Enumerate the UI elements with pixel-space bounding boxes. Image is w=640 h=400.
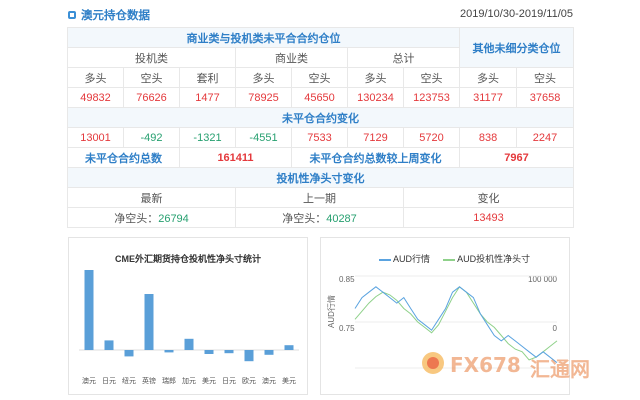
table-cell: 838 (459, 127, 518, 148)
net-latest-cell: 净空头：26794 (67, 207, 236, 228)
bar (224, 350, 234, 354)
net-prefix: 净空头： (114, 212, 159, 225)
column-header: 多头 (235, 67, 292, 88)
table-cell: 7533 (291, 127, 348, 148)
bar (264, 350, 274, 355)
watermark-latin: FX678 (450, 353, 521, 377)
group-header: 商业类与投机类未平合合约仓位 (66, 27, 461, 48)
sub-header-speculative: 投机类 (67, 47, 236, 68)
bar-chart: 澳元 日元 纽元 英镑 瑞郎 加元 美元 日元 欧元 澳元 美元 (79, 270, 299, 385)
watermark-cn: 汇通网 (530, 357, 590, 381)
bar-tick-label: 澳元 (82, 376, 96, 385)
table-cell: 130234 (347, 87, 404, 108)
net-prefix: 净空头： (282, 212, 327, 225)
net-values-row: 净空头：26794 净空头：40287 13493 (67, 207, 575, 228)
table-cell: 76626 (123, 87, 180, 108)
column-header-row: 多头 空头 套利 多头 空头 多头 空头 多头 空头 (67, 67, 575, 88)
table-cell: 2247 (516, 127, 575, 148)
section-header: 澳元持仓数据 2019/10/30-2019/11/05 (68, 6, 573, 26)
table-cell: 123753 (402, 87, 461, 108)
bar (104, 340, 114, 350)
table-cell: 49832 (67, 87, 124, 108)
bar (244, 350, 254, 362)
bar (144, 294, 154, 350)
date-range: 2019/10/30-2019/11/05 (460, 8, 573, 20)
column-header: 空头 (402, 67, 461, 88)
table-cell: -492 (123, 127, 180, 148)
bar-tick-label: 英镑 (142, 376, 156, 385)
net-previous-value: 40287 (326, 212, 357, 225)
net-column-latest: 最新 (67, 187, 236, 208)
positions-table: 商业类与投机类未平合合约仓位 其他未细分类仓位 投机类 商业类 总计 多头 空头… (66, 27, 575, 228)
column-header: 套利 (179, 67, 236, 88)
section-title: 澳元持仓数据 (81, 10, 150, 22)
net-header: 投机性净头寸变化 (66, 167, 575, 188)
table-cell: 45650 (291, 87, 348, 108)
bar-tick-label: 日元 (102, 377, 116, 385)
weekly-change-label: 未平仓合约总数较上周变化 (290, 147, 461, 168)
net-column-previous: 上一期 (235, 187, 404, 208)
bar-tick-label: 美元 (202, 376, 216, 385)
column-header: 空头 (123, 67, 180, 88)
table-cell: 1477 (179, 87, 236, 108)
bar-tick-label: 加元 (182, 376, 196, 385)
bar (204, 350, 214, 354)
watermark: FX678 汇通网 (418, 346, 618, 386)
sub-header-commercial: 商业类 (235, 47, 348, 68)
net-column-row: 最新 上一期 变化 (67, 187, 575, 208)
column-header: 多头 (347, 67, 404, 88)
table-cell: -1321 (179, 127, 236, 148)
bar (284, 345, 294, 350)
bar (164, 350, 174, 353)
bar-tick-label: 美元 (282, 376, 296, 385)
net-change-value: 13493 (402, 207, 575, 228)
net-column-change: 变化 (402, 187, 575, 208)
column-header: 多头 (459, 67, 518, 88)
table-cell: 37658 (516, 87, 575, 108)
bar (124, 350, 134, 357)
bar-tick-label: 纽元 (122, 376, 136, 385)
net-previous-cell: 净空头：40287 (235, 207, 404, 228)
table-cell: -4551 (235, 127, 292, 148)
change-header: 未平仓合约变化 (66, 107, 575, 128)
column-header: 空头 (291, 67, 348, 88)
table-cell: 31177 (459, 87, 518, 108)
table-cell: 5720 (402, 127, 461, 148)
bar-tick-label: 瑞郎 (162, 376, 176, 385)
column-header: 空头 (516, 67, 575, 88)
other-header: 其他未细分类仓位 (459, 27, 575, 68)
values-row: 49832 76626 1477 78925 45650 130234 1237… (67, 87, 575, 108)
bar (84, 270, 94, 350)
weekly-change-value: 7967 (459, 147, 575, 168)
table-cell: 78925 (235, 87, 292, 108)
change-row: 13001 -492 -1321 -4551 7533 7129 5720 83… (67, 127, 575, 148)
watermark-logo-icon (422, 352, 444, 374)
bar-tick-label: 澳元 (262, 376, 276, 385)
column-header: 多头 (67, 67, 124, 88)
section-icon (68, 11, 76, 19)
total-value: 161411 (179, 147, 292, 168)
bar-tick-label: 日元 (222, 377, 236, 385)
table-cell: 7129 (347, 127, 404, 148)
bar-chart-panel: CME外汇期货持仓投机性净头寸统计 澳元 日元 纽元 英镑 瑞郎 加元 美元 日元 欧元 澳元 美元 (68, 237, 308, 395)
bar (184, 338, 194, 350)
bar-tick-label: 欧元 (242, 376, 256, 385)
totals-row: 未平仓合约总数 161411 未平仓合约总数较上周变化 7967 (67, 147, 575, 168)
table-cell: 13001 (67, 127, 124, 148)
sub-header-total: 总计 (346, 47, 461, 68)
net-latest-value: 26794 (158, 212, 189, 225)
total-label: 未平仓合约总数 (67, 147, 180, 168)
